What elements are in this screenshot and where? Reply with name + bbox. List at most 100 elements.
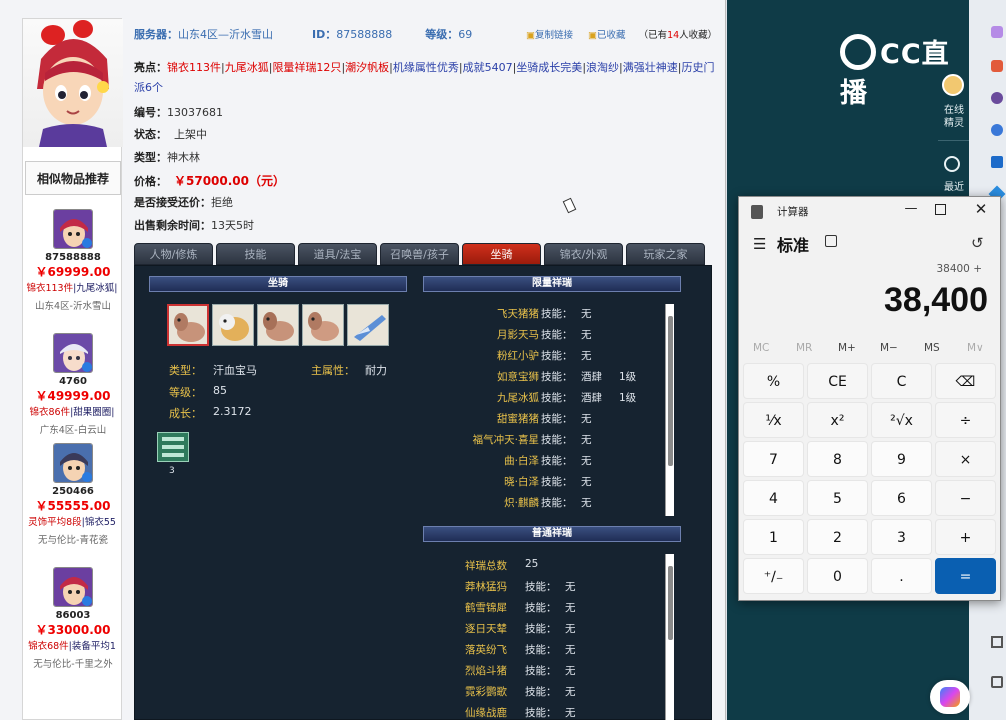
clock-icon[interactable] xyxy=(944,156,960,172)
outlook-icon[interactable] xyxy=(991,156,1003,168)
mount-slot-4[interactable] xyxy=(302,304,344,346)
list-item: 九尾冰狐 技能： 酒肆 1级 xyxy=(497,392,637,404)
similar-item-thumbnail[interactable] xyxy=(53,443,93,483)
square-key[interactable]: x² xyxy=(807,402,868,438)
memory-list-button[interactable]: M∨ xyxy=(967,342,984,354)
digit-2-key[interactable]: 2 xyxy=(807,519,868,555)
list-item: 甜蜜猪猪 技能：无 xyxy=(497,413,592,425)
favorite-button[interactable]: 已收藏 xyxy=(597,30,626,41)
remaining-time-line: 出售剩余时间：13天5时 xyxy=(134,219,254,232)
clear-entry-key[interactable]: CE xyxy=(807,363,868,399)
similar-item[interactable]: 4760 ￥49999.00 锦衣86件|甜果圈圈| 广东4区-白云山 xyxy=(23,333,123,436)
limited-scrollbar[interactable] xyxy=(665,304,674,516)
similar-item[interactable]: 87588888 ￥69999.00 锦衣113件|九尾冰狐| 山东4区-沂水雪… xyxy=(23,209,123,312)
close-button[interactable]: ✕ xyxy=(971,200,991,220)
keep-on-top-icon[interactable] xyxy=(825,235,837,247)
digit-6-key[interactable]: 6 xyxy=(871,480,932,516)
tab-items[interactable]: 道具/法宝 xyxy=(298,243,377,265)
memory-clear-button[interactable]: MC xyxy=(753,342,769,354)
similar-item-price: ￥69999.00 xyxy=(35,265,111,279)
trade-page: 相似物品推荐 87588888 ￥69999.00 锦衣113件|九尾冰狐| 山… xyxy=(0,0,726,720)
online-sprite-label[interactable]: 在线精灵 xyxy=(940,104,968,130)
tab-mounts[interactable]: 坐骑 xyxy=(462,243,541,265)
calculator-app-icon xyxy=(751,205,763,219)
memory-store-button[interactable]: MS xyxy=(924,342,940,354)
list-item: 月影天马 技能：无 xyxy=(497,329,592,341)
similar-item[interactable]: 86003 ￥33000.00 锦衣68件|装备平均1 无与伦比-千里之外 xyxy=(23,567,123,670)
percent-key[interactable]: % xyxy=(743,363,804,399)
list-item: 祥瑞总数 25 xyxy=(465,558,539,572)
equals-key[interactable]: = xyxy=(935,558,996,594)
list-item: 粉红小驴 技能：无 xyxy=(497,350,592,362)
memory-add-button[interactable]: M+ xyxy=(838,342,856,354)
recent-label[interactable]: 最近 xyxy=(940,178,968,193)
minus-key[interactable]: − xyxy=(935,480,996,516)
tab-skills[interactable]: 技能 xyxy=(216,243,295,265)
copilot-button[interactable] xyxy=(930,680,970,714)
backspace-key[interactable]: ⌫ xyxy=(935,363,996,399)
tab-outfits[interactable]: 锦衣/外观 xyxy=(544,243,623,265)
mount-slot-1[interactable] xyxy=(167,304,209,346)
copy-link-icon: ▣ xyxy=(526,30,535,41)
star-folder-icon: ▣ xyxy=(588,30,598,41)
plus-key[interactable]: + xyxy=(935,519,996,555)
cc-side-panel: 在线精灵 最近 xyxy=(938,60,969,200)
digit-8-key[interactable]: 8 xyxy=(807,441,868,477)
digit-9-key[interactable]: 9 xyxy=(871,441,932,477)
square-root-key[interactable]: ²√x xyxy=(871,402,932,438)
highlights-line: 亮点：锦衣113件|九尾冰狐|限量祥瑞12只|潮汐帆板|机缘属性优秀|成就540… xyxy=(134,61,715,94)
negate-key[interactable]: ⁺∕₋ xyxy=(743,558,804,594)
digit-4-key[interactable]: 4 xyxy=(743,480,804,516)
mount-type-label: 类型： xyxy=(169,364,202,377)
digit-1-key[interactable]: 1 xyxy=(743,519,804,555)
divide-key[interactable]: ÷ xyxy=(935,402,996,438)
clear-key[interactable]: C xyxy=(871,363,932,399)
tab-home[interactable]: 玩家之家 xyxy=(626,243,705,265)
mount-slot-5[interactable] xyxy=(347,304,389,346)
app-icon[interactable] xyxy=(991,26,1003,38)
extension-icon[interactable] xyxy=(991,124,1003,136)
hamburger-menu-icon[interactable]: ☰ xyxy=(753,235,766,253)
screen-icon[interactable] xyxy=(991,636,1003,648)
toolbox-icon[interactable] xyxy=(991,60,1003,72)
similar-item-thumbnail[interactable] xyxy=(53,333,93,373)
price-line: 价格： ￥57000.00（元） xyxy=(134,174,286,188)
server-line: 服务器：山东4区—沂水雪山 ID：87588888 等级：69 xyxy=(134,28,473,41)
normal-list: 祥瑞总数 25 莽林猛犸 技能：无 鹤雪锦犀 技能：无 逐日天辇 技能：无 落英纷飞 技能… xyxy=(423,554,675,720)
mount-item-icon[interactable] xyxy=(157,432,189,462)
open-external-icon[interactable] xyxy=(991,676,1003,688)
digit-0-key[interactable]: 0 xyxy=(807,558,868,594)
status-value: 上架中 xyxy=(174,128,207,141)
online-sprite-icon[interactable] xyxy=(942,74,964,96)
similar-item[interactable]: 250466 ￥55555.00 灵饰平均8段|锦衣55 无与伦比-青花瓷 xyxy=(23,443,123,546)
list-item: 烈焰斗猪 技能：无 xyxy=(465,665,576,677)
multiply-key[interactable]: × xyxy=(935,441,996,477)
memory-subtract-button[interactable]: M− xyxy=(880,342,898,354)
similar-item-id: 250466 xyxy=(52,486,94,497)
similar-item-thumbnail[interactable] xyxy=(53,209,93,249)
history-icon[interactable]: ↺ xyxy=(971,234,984,252)
minimize-button[interactable]: — xyxy=(899,201,923,221)
decimal-key[interactable]: . xyxy=(871,558,932,594)
digit-7-key[interactable]: 7 xyxy=(743,441,804,477)
digit-3-key[interactable]: 3 xyxy=(871,519,932,555)
tab-character[interactable]: 人物/修炼 xyxy=(134,243,213,265)
server-value: 山东4区—沂水雪山 xyxy=(178,28,273,41)
user-icon[interactable] xyxy=(991,92,1003,104)
similar-item-server: 广东4区-白云山 xyxy=(39,425,107,436)
maximize-button[interactable] xyxy=(935,204,946,215)
digit-5-key[interactable]: 5 xyxy=(807,480,868,516)
normal-scrollbar[interactable] xyxy=(665,554,674,720)
mount-slot-3[interactable] xyxy=(257,304,299,346)
tab-summons[interactable]: 召唤兽/孩子 xyxy=(380,243,459,265)
similar-item-price: ￥55555.00 xyxy=(35,499,111,513)
memory-recall-button[interactable]: MR xyxy=(796,342,812,354)
mount-slot-2[interactable] xyxy=(212,304,254,346)
similar-item-thumbnail[interactable] xyxy=(53,567,93,607)
copy-link-button[interactable]: 复制链接 xyxy=(535,30,573,41)
reciprocal-key[interactable]: ¹⁄x xyxy=(743,402,804,438)
list-item: 莽林猛犸 技能：无 xyxy=(465,581,576,593)
list-item: 福气冲天·喜星 技能：无 xyxy=(472,434,592,446)
calculator-window: 计算器 — ✕ ☰ 标准 ↺ 38400 + 38,400 MC MR M+ M… xyxy=(738,196,1001,601)
list-item: 如意宝狮 技能： 酒肆 1级 xyxy=(497,371,637,383)
